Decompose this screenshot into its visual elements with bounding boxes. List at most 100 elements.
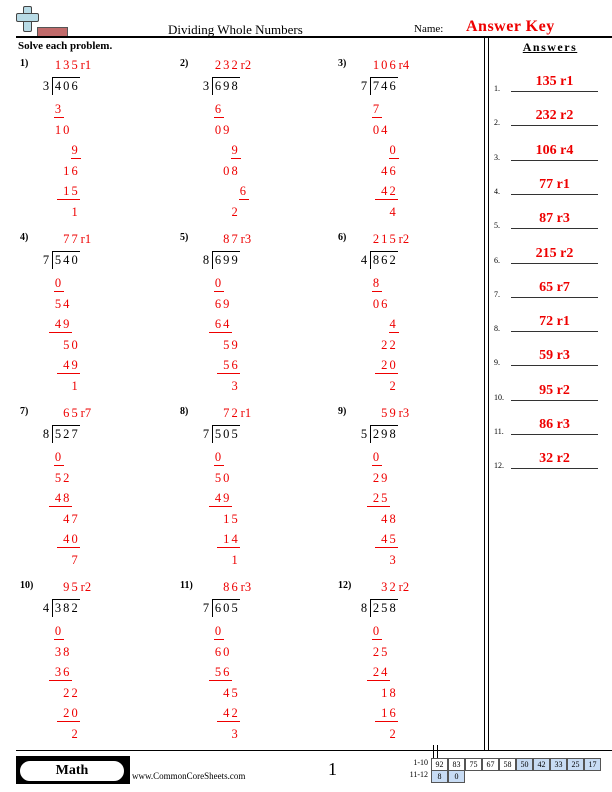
dividend-digit: 5 — [231, 427, 238, 441]
work-digit: 7 — [372, 102, 380, 116]
subtraction-line — [388, 158, 399, 159]
answer-row: 4. 77 r1 — [494, 177, 612, 197]
answer-line — [511, 434, 598, 435]
problem-number: 4) — [20, 232, 29, 243]
dividend-digit: 9 — [223, 79, 230, 93]
work-digit: 4 — [223, 706, 230, 720]
dividend-digit: 9 — [223, 253, 230, 267]
work-digit: 0 — [214, 624, 222, 638]
remainder-label: r1 — [80, 232, 92, 246]
remainder-label: r7 — [80, 406, 92, 420]
subtraction-line — [230, 158, 241, 159]
website-link[interactable]: www.CommonCoreSheets.com — [132, 771, 245, 781]
quotient-digit: 9 — [63, 580, 70, 594]
logo — [0, 0, 70, 37]
subtraction-line — [372, 465, 383, 466]
divisor: 8 — [360, 601, 368, 615]
quotient-digit: 1 — [381, 232, 388, 246]
work-digit: 2 — [389, 726, 396, 741]
work-digit: 2 — [372, 491, 380, 505]
name-label: Name: — [414, 23, 444, 35]
work-digit: 0 — [71, 706, 78, 720]
work-digit: 0 — [372, 450, 380, 464]
dividend-digit: 9 — [231, 253, 238, 267]
problem-number: 10) — [20, 580, 34, 591]
work-digit: 7 — [71, 552, 78, 567]
dividend-digit: 2 — [372, 427, 380, 441]
dividend-digit: 5 — [54, 427, 62, 441]
dividend-digit: 2 — [372, 601, 380, 615]
work-digit: 9 — [231, 337, 238, 352]
quotient-digit: 1 — [372, 58, 380, 72]
quotient-digit: 7 — [223, 406, 230, 420]
score-cell: 25 — [567, 758, 584, 771]
answer-number: 5. — [494, 221, 500, 231]
quotient-digit: 7 — [231, 232, 238, 246]
subtraction-line — [209, 680, 232, 681]
work-digit: 1 — [54, 122, 62, 137]
problem-number: 2) — [180, 58, 189, 69]
division-problem: 4) 7 7 r1 7 5 4 0 0 5 4 4 9 5 0 4 9 1 — [20, 232, 170, 402]
dividend-digit: 5 — [214, 427, 222, 441]
answer-row: 1. 135 r1 — [494, 74, 612, 94]
work-digit: 1 — [223, 511, 230, 526]
answer-line — [511, 331, 598, 333]
answer-number: 1. — [494, 84, 500, 93]
work-digit: 6 — [389, 706, 396, 720]
dividend-digit: 3 — [54, 601, 62, 615]
work-digit: 0 — [214, 276, 222, 290]
work-digit: 0 — [223, 163, 230, 178]
dividend-digit: 2 — [389, 253, 396, 267]
work-digit: 8 — [389, 685, 396, 700]
quotient-digit: 5 — [71, 406, 78, 420]
answer-line — [511, 262, 598, 264]
quotient-digit: 0 — [381, 58, 388, 72]
subtraction-line — [214, 465, 225, 466]
division-problem: 1) 1 3 5 r1 3 4 0 6 3 1 0 9 1 6 1 5 1 — [20, 58, 170, 228]
work-digit: 8 — [63, 644, 70, 659]
remainder-label: r2 — [398, 580, 410, 594]
subtraction-line — [217, 721, 240, 722]
quotient-digit: 8 — [223, 232, 230, 246]
work-digit: 6 — [381, 296, 388, 311]
quotient-digit: 2 — [231, 58, 238, 72]
problem-number: 11) — [180, 580, 193, 591]
dividend-digit: 8 — [372, 253, 380, 267]
quotient-digit: 6 — [389, 58, 396, 72]
division-problem: 6) 2 1 5 r2 4 8 6 2 8 0 6 4 2 2 2 0 2 — [338, 232, 488, 402]
quotient-digit: 2 — [214, 58, 222, 72]
work-digit: 2 — [389, 184, 396, 198]
subtraction-line — [372, 117, 383, 118]
work-digit: 4 — [54, 317, 62, 331]
subtraction-line — [57, 721, 80, 722]
work-digit: 5 — [54, 296, 62, 311]
problem-number: 7) — [20, 406, 29, 417]
answer-row: 2. 232 r2 — [494, 108, 612, 128]
work-digit: 5 — [223, 358, 230, 372]
subtraction-line — [54, 291, 65, 292]
dividend-digit: 6 — [381, 253, 388, 267]
problem-number: 8) — [180, 406, 189, 417]
work-digit: 2 — [372, 470, 380, 485]
subtraction-line — [375, 373, 398, 374]
score-cell: 17 — [584, 758, 601, 771]
subtraction-line — [209, 332, 232, 333]
subtraction-line — [217, 373, 240, 374]
division-problem: 10) 9 5 r2 4 3 8 2 0 3 8 3 6 2 2 2 0 2 — [20, 580, 170, 750]
work-digit: 4 — [381, 665, 388, 679]
subtraction-line — [49, 506, 72, 507]
dividend-digit: 0 — [223, 427, 230, 441]
subtraction-line — [367, 680, 390, 681]
work-digit: 5 — [231, 511, 238, 526]
work-digit: 4 — [231, 532, 238, 546]
dividend-digit: 2 — [63, 427, 70, 441]
answers-heading: Answers — [522, 40, 578, 54]
plus-icon-bar — [16, 13, 39, 22]
answer-number: 12. — [494, 461, 504, 471]
work-digit: 4 — [381, 532, 388, 546]
divisor: 7 — [202, 427, 210, 441]
work-digit: 5 — [381, 644, 388, 659]
answer-number: 3. — [494, 152, 500, 162]
quotient-digit: 7 — [71, 232, 78, 246]
work-digit: 4 — [381, 184, 388, 198]
